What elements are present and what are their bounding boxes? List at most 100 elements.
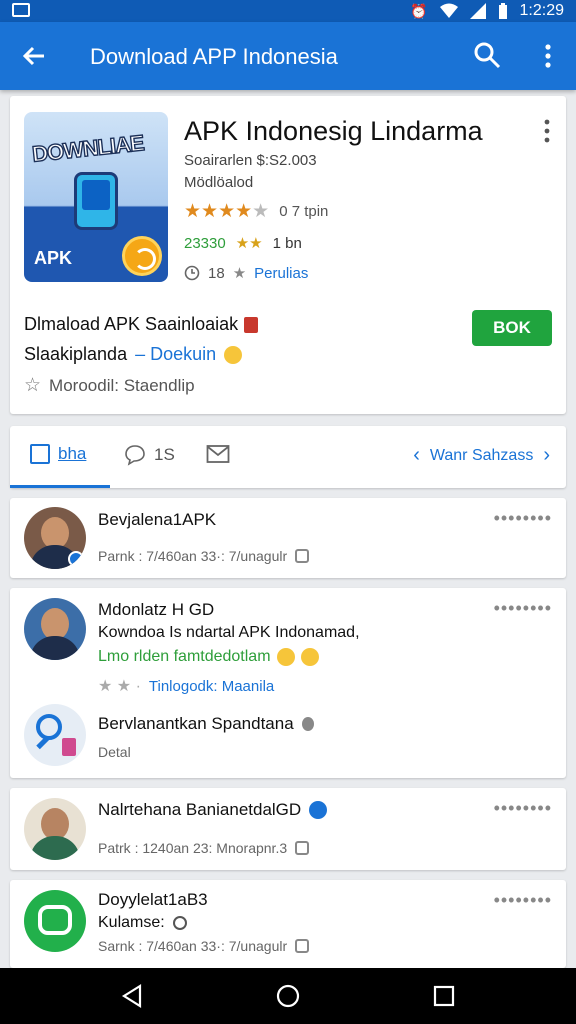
emoji-icon	[224, 345, 243, 364]
notification-icon	[12, 3, 30, 17]
meta-count: 18	[208, 264, 225, 282]
feed-green-text: Lmo rlden famtdedotlam	[98, 648, 319, 666]
avatar[interactable]	[24, 890, 86, 952]
star-outline-icon: ☆	[24, 375, 42, 396]
battery-icon	[498, 3, 507, 19]
back-nav-icon[interactable]	[118, 982, 146, 1010]
description-line-1: Dlmaload APK Saainloaiak	[24, 314, 259, 335]
system-nav-bar	[0, 968, 576, 1024]
more-dots-icon[interactable]: ••••••••	[494, 508, 552, 529]
app-title: APK Indonesig Lindarma	[184, 116, 483, 146]
device-icon	[74, 172, 118, 230]
emoji-icon	[276, 648, 295, 666]
back-arrow-icon[interactable]	[18, 40, 50, 72]
list-item[interactable]: Nalrtehana BanianetdalGD Patrk : 1240an …	[10, 788, 566, 870]
app-icon-apk: APK	[34, 248, 73, 268]
rating-label: 0 7 tpin	[279, 203, 329, 220]
checkbox-icon	[30, 444, 50, 464]
meta-link[interactable]: Perulias	[254, 265, 308, 282]
info-icon	[295, 939, 310, 953]
star-icon: ★	[232, 265, 247, 282]
list-item[interactable]: Doyylelat1aB3 Kulamse: Sarnk : 7/460an 3…	[10, 880, 566, 968]
mail-icon	[206, 445, 230, 463]
app-developer: Soairarlen $:S2.003	[184, 152, 317, 169]
description-link[interactable]: – Doekuin	[135, 344, 216, 365]
home-nav-icon[interactable]	[274, 982, 302, 1010]
install-button[interactable]: BOK	[472, 310, 552, 346]
chat-icon	[38, 905, 72, 935]
feed-body: Kowndoa Is ndartal APK Indonamad,	[98, 624, 360, 641]
download-count: 23330	[184, 234, 226, 252]
app-icon-label: DOWNLIAE	[30, 130, 145, 168]
feed-author: Nalrtehana BanianetdalGD	[98, 800, 328, 820]
info-icon	[295, 549, 310, 563]
tab-indicator	[10, 485, 110, 488]
tab-label: 1S	[154, 445, 175, 464]
recents-nav-icon[interactable]	[430, 982, 458, 1010]
chevron-right-icon[interactable]: ›	[543, 444, 550, 467]
status-bar: ⏰ 1:2:29	[0, 0, 576, 22]
more-dots-icon[interactable]: ••••••••	[494, 798, 552, 819]
feed-author: Doyylelat1aB3	[98, 890, 208, 909]
feed-meta: Parnk : 7/460an 33·: 7/unagulr	[98, 548, 310, 564]
rating-row: ★★★★★ 0 7 tpin	[184, 200, 328, 223]
downloads-row: 23330 ★★ 1 bn	[184, 234, 302, 253]
list-item[interactable]: Bevjalena1APK Parnk : 7/460an 33·: 7/una…	[10, 498, 566, 578]
feed-author: Mdonlatz H GD	[98, 600, 215, 619]
more-vert-icon[interactable]	[538, 40, 558, 72]
more-dots-icon[interactable]: ••••••••	[494, 598, 552, 619]
meta-row: 18 ★ Perulias	[184, 264, 308, 282]
wifi-icon	[439, 3, 458, 18]
app-category: Mödlöalod	[184, 174, 254, 191]
clock-icon	[184, 265, 200, 281]
comment-icon	[125, 445, 145, 466]
tab-label: bha	[58, 444, 87, 463]
star-icon: ★ ★ ·	[98, 678, 141, 695]
tab-messages[interactable]	[206, 444, 230, 464]
feed-tags: ★ ★ · Tinlogodk: Maanila	[98, 677, 275, 696]
list-item[interactable]: Mdonlatz H GD •••••••• Kowndoa Is ndarta…	[10, 588, 566, 778]
feed-author: Bevjalena1APK	[98, 510, 217, 529]
more-dots-icon[interactable]: ••••••••	[494, 890, 552, 911]
feed-meta: Patrk : 1240an 23: Mnorapnr.3	[98, 840, 310, 856]
signal-icon	[469, 3, 486, 19]
tab-bar: bha 1S ‹ Wanr Sahzass ›	[10, 426, 566, 488]
description-text-3: Moroodil: Staendlip	[49, 375, 195, 395]
tag-icon	[244, 316, 259, 333]
avatar[interactable]	[24, 798, 86, 860]
feed-line: Kulamse:	[98, 914, 187, 932]
avatar[interactable]	[24, 598, 86, 660]
info-icon	[301, 717, 314, 731]
tab-comments[interactable]: 1S	[124, 444, 175, 466]
page-title: Download APP Indonesia	[90, 44, 338, 69]
description-line-3: ☆ Moroodil: Staendlip	[24, 374, 195, 397]
emoji-icon	[300, 648, 319, 666]
avatar[interactable]	[24, 507, 86, 569]
verified-icon	[309, 801, 328, 819]
download-stars: ★★	[235, 235, 263, 252]
tab-bha[interactable]: bha	[30, 444, 86, 464]
tab-pager[interactable]: ‹ Wanr Sahzass ›	[413, 444, 550, 467]
status-time: 1:2:29	[519, 2, 564, 19]
description-text-2: Slaakiplanda	[24, 344, 128, 364]
feed-sub-meta: Detal	[98, 744, 131, 760]
app-bar: Download APP Indonesia	[0, 22, 576, 90]
description-text-1: Dlmaload APK Saainloaiak	[24, 314, 239, 334]
search-app-avatar[interactable]	[24, 704, 86, 766]
app-icon[interactable]: DOWNLIAE APK	[24, 112, 168, 282]
download-size: 1 bn	[272, 234, 302, 252]
verified-icon	[68, 551, 84, 567]
rating-stars: ★★★★★	[184, 201, 270, 222]
chevron-left-icon[interactable]: ‹	[413, 444, 420, 467]
refresh-badge-icon	[122, 236, 162, 276]
more-vert-icon[interactable]	[540, 118, 554, 144]
tab-pager-label: Wanr Sahzass	[429, 446, 534, 464]
clock-icon	[172, 916, 187, 930]
info-icon	[295, 841, 310, 855]
search-icon[interactable]	[472, 40, 502, 70]
feed-sub-author: Bervlanantkan Spandtana	[98, 714, 314, 734]
feed-meta: Sarnk : 7/460an 33·: 7/unagulr	[98, 938, 310, 954]
alarm-icon: ⏰	[410, 3, 428, 19]
app-card: DOWNLIAE APK APK Indonesig Lindarma Soai…	[10, 96, 566, 414]
description-line-2: Slaakiplanda – Doekuin	[24, 344, 243, 365]
